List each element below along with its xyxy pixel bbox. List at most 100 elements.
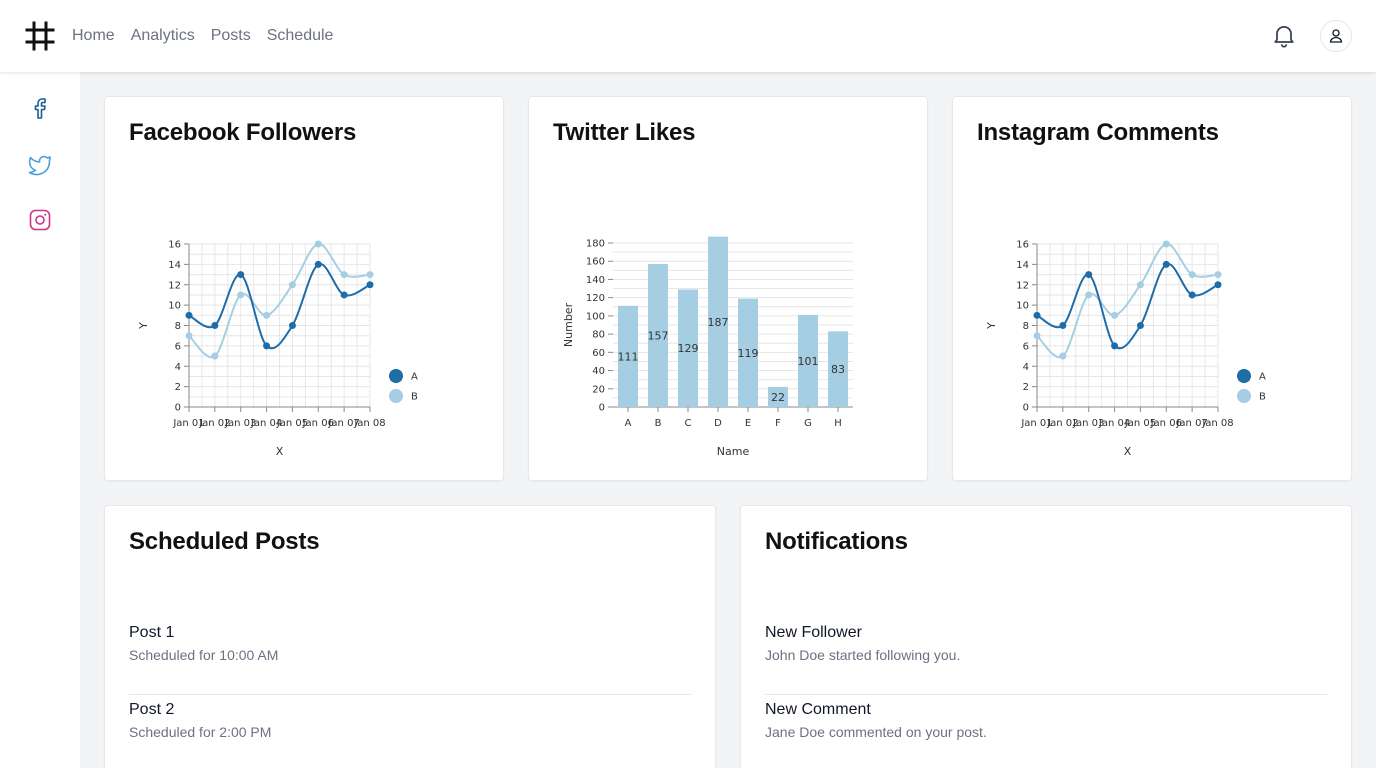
- facebook-icon[interactable]: [28, 96, 52, 120]
- x-tick-label: H: [834, 418, 842, 429]
- x-axis-label: Name: [717, 445, 750, 458]
- sidebar: [0, 72, 80, 768]
- scheduled-posts-list: Post 1 Scheduled for 10:00 AM Post 2 Sch…: [129, 618, 691, 768]
- data-point: [1188, 291, 1196, 299]
- data-point: [1214, 271, 1222, 279]
- instagram-comments-chart: 0246810121416Jan 01Jan 02Jan 03Jan 04Jan…: [985, 240, 1266, 459]
- data-point: [1059, 322, 1067, 329]
- list-item[interactable]: New Follower John Doe started following …: [765, 618, 1327, 695]
- list-item[interactable]: New Comment Jane Doe commented on your p…: [765, 695, 1327, 768]
- data-label: 83: [831, 363, 845, 376]
- y-tick-label: 8: [175, 321, 181, 332]
- x-axis-label: X: [276, 445, 284, 458]
- data-point: [211, 322, 219, 329]
- notifications-title: Notifications: [765, 528, 908, 555]
- data-point: [263, 342, 271, 350]
- data-point: [1085, 291, 1093, 299]
- bell-icon[interactable]: [1270, 21, 1298, 49]
- data-point: [263, 311, 271, 319]
- data-point: [314, 260, 322, 268]
- x-tick-label: D: [714, 418, 722, 429]
- instagram-icon[interactable]: [28, 208, 52, 232]
- y-tick-label: 0: [175, 403, 181, 414]
- post-schedule-time: Scheduled for 10:00 AM: [129, 647, 279, 663]
- facebook-followers-chart: 0246810121416Jan 01Jan 02Jan 03Jan 04Jan…: [137, 240, 418, 459]
- x-tick-label: F: [775, 418, 781, 429]
- data-point: [185, 332, 193, 340]
- x-tick-label: A: [625, 418, 632, 429]
- y-tick-label: 40: [592, 366, 605, 377]
- notification-text: John Doe started following you.: [765, 647, 961, 663]
- y-tick-label: 4: [1023, 362, 1029, 373]
- hash-icon[interactable]: [24, 20, 56, 52]
- data-point: [366, 271, 374, 279]
- notification-title: New Comment: [765, 701, 871, 718]
- scheduled-posts-card: Scheduled Posts Post 1 Scheduled for 10:…: [104, 505, 716, 768]
- x-tick-label: C: [685, 418, 692, 429]
- data-point: [1085, 271, 1093, 279]
- legend-swatch: [1237, 369, 1251, 383]
- data-point: [1162, 260, 1170, 268]
- y-tick-label: 16: [168, 240, 181, 251]
- data-point: [1136, 281, 1144, 289]
- y-tick-label: 140: [586, 275, 605, 286]
- notification-title: New Follower: [765, 624, 862, 641]
- notifications-list: New Follower John Doe started following …: [765, 618, 1327, 768]
- y-tick-label: 0: [1023, 403, 1029, 414]
- plot-area: 0246810121416Jan 01Jan 02Jan 03Jan 04Jan…: [137, 240, 418, 459]
- legend-swatch: [389, 389, 403, 403]
- nav-analytics-link[interactable]: Analytics: [131, 27, 195, 45]
- data-point: [237, 271, 245, 279]
- y-tick-label: 0: [599, 403, 605, 414]
- data-point: [185, 311, 193, 319]
- y-tick-label: 120: [586, 293, 605, 304]
- user-avatar-button[interactable]: [1320, 20, 1352, 52]
- data-point: [237, 291, 245, 299]
- legend-swatch: [389, 369, 403, 383]
- y-axis-label: Number: [562, 302, 575, 347]
- nav-posts-link[interactable]: Posts: [211, 27, 251, 45]
- data-point: [1033, 311, 1041, 319]
- data-label: 101: [798, 355, 819, 368]
- y-tick-label: 80: [592, 330, 605, 341]
- y-tick-label: 10: [1016, 301, 1029, 312]
- top-navigation-bar: Home Analytics Posts Schedule: [0, 0, 1376, 72]
- x-tick-label: E: [745, 418, 751, 429]
- legend-label: B: [1259, 392, 1266, 403]
- y-tick-label: 20: [592, 384, 605, 395]
- list-item[interactable]: Post 1 Scheduled for 10:00 AM: [129, 618, 691, 695]
- data-point: [1162, 240, 1170, 248]
- twitter-icon[interactable]: [28, 152, 52, 176]
- user-icon: [1329, 29, 1343, 43]
- y-tick-label: 10: [168, 301, 181, 312]
- scheduled-posts-title: Scheduled Posts: [129, 528, 320, 555]
- legend-label: B: [411, 392, 418, 403]
- legend-swatch: [1237, 389, 1251, 403]
- data-point: [1136, 322, 1144, 329]
- x-tick-label: B: [655, 418, 662, 429]
- data-point: [1214, 281, 1222, 289]
- data-label: 129: [678, 342, 699, 355]
- plot-area: 0 20 40 60 80 100 120 140 160 180 111 A 157 B 129 C 187 D…: [562, 236, 853, 458]
- legend-label: A: [1259, 372, 1266, 383]
- nav-schedule-link[interactable]: Schedule: [267, 27, 334, 45]
- y-tick-label: 6: [1023, 341, 1029, 352]
- y-tick-label: 180: [586, 239, 605, 250]
- data-label: 187: [708, 316, 729, 329]
- data-label: 157: [648, 329, 669, 342]
- data-point: [1033, 332, 1041, 340]
- instagram-comments-card: Instagram Comments 0 2 4 6 8 10 12 14 16 Jan 01 Ja…: [952, 96, 1352, 481]
- post-title: Post 2: [129, 701, 175, 718]
- data-point: [340, 271, 348, 279]
- list-item[interactable]: Post 2 Scheduled for 2:00 PM: [129, 695, 691, 768]
- x-axis-label: X: [1124, 445, 1132, 458]
- y-tick-label: 100: [586, 311, 605, 322]
- y-tick-label: 16: [1016, 240, 1029, 251]
- y-tick-label: 160: [586, 257, 605, 268]
- x-tick-label: Jan 08: [353, 418, 385, 429]
- y-tick-label: 2: [1023, 382, 1029, 393]
- nav-home-link[interactable]: Home: [72, 27, 115, 45]
- y-tick-label: 8: [1023, 321, 1029, 332]
- data-point: [288, 322, 296, 329]
- y-tick-label: 60: [592, 348, 605, 359]
